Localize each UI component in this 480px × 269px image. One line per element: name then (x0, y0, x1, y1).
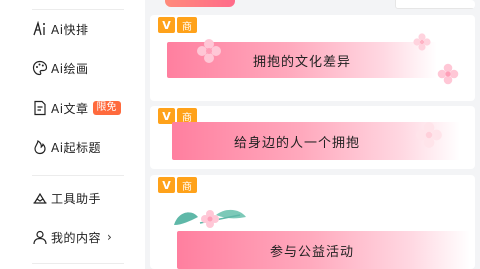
palette-icon (32, 60, 48, 76)
sidebar-item-label: 我的内容 (51, 230, 102, 245)
commercial-tag: 商 (177, 177, 197, 193)
sidebar-item-label: Ai快排 (51, 22, 89, 37)
sidebar-item-my-content[interactable]: 我的内容 › (32, 225, 112, 249)
previous-card-fragment[interactable] (150, 0, 475, 9)
card-title: 给身边的人一个拥抱 (233, 135, 360, 151)
flower-decoration-icon (197, 39, 221, 63)
commercial-tag: 商 (177, 17, 197, 33)
sidebar: Ai快排 Ai绘画 Ai文章 限免 Ai起标题 工具助手 我的内容 › (0, 0, 145, 269)
flower-decoration-icon (413, 33, 431, 51)
template-card[interactable]: V 商 给身边的人一个拥抱 (150, 106, 475, 169)
vip-tag: V (158, 177, 175, 193)
sidebar-item-ai-typeset[interactable]: Ai快排 (32, 17, 89, 41)
sidebar-item-ai-article[interactable]: Ai文章 限免 (32, 96, 121, 120)
sidebar-item-ai-draw[interactable]: Ai绘画 (32, 56, 89, 80)
sidebar-item-label: 工具助手 (51, 191, 102, 206)
flower-decoration-icon (437, 63, 459, 85)
user-icon (32, 229, 48, 245)
flower-decoration-icon (416, 122, 442, 148)
previous-card-tag (165, 0, 235, 7)
sidebar-item-tools[interactable]: 工具助手 (32, 186, 101, 210)
leaf-decoration-icon (174, 209, 246, 228)
template-card[interactable]: V 商 参与公益活动 (150, 175, 475, 269)
sidebar-item-ai-title[interactable]: Ai起标题 (32, 135, 101, 159)
flame-icon (32, 139, 48, 155)
sidebar-divider (32, 9, 124, 10)
ai-typeset-icon (32, 21, 48, 37)
main-content: V 商 拥抱的文化差异 V 商 给身边的人一个拥抱 V 商 参与公益活动 (145, 0, 480, 269)
tools-icon (32, 190, 48, 206)
template-card[interactable]: V 商 拥抱的文化差异 (150, 15, 475, 101)
vip-tag: V (158, 17, 175, 33)
card-title: 参与公益活动 (269, 244, 354, 260)
free-badge: 限免 (92, 101, 121, 115)
sidebar-divider (32, 175, 124, 176)
chevron-right-icon: › (107, 230, 112, 244)
sidebar-divider (32, 263, 124, 264)
sidebar-item-label: Ai起标题 (51, 140, 102, 155)
article-icon (32, 100, 48, 116)
previous-card-box (395, 0, 475, 9)
sidebar-item-label: Ai文章 (51, 101, 89, 116)
sidebar-item-label: Ai绘画 (51, 61, 89, 76)
